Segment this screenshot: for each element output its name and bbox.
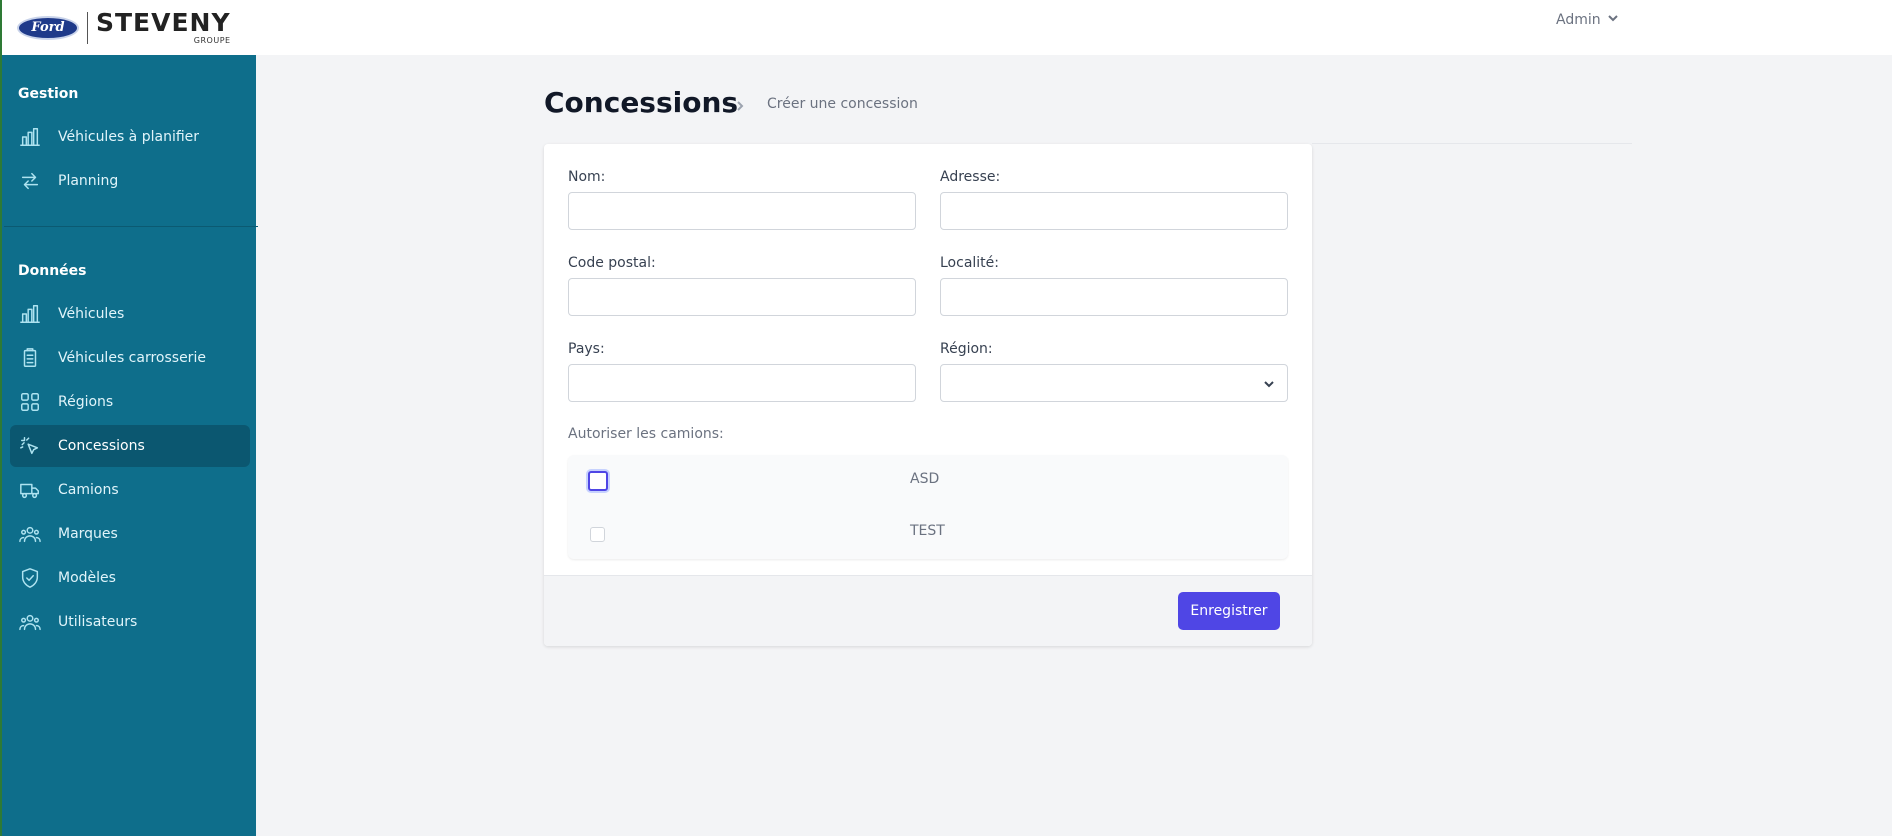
shield-check-icon <box>19 567 41 589</box>
users-group-icon <box>19 523 41 545</box>
adresse-label: Adresse: <box>940 169 1001 185</box>
truck-checkbox-test[interactable] <box>590 527 605 542</box>
bar-chart-icon <box>19 303 41 325</box>
sidebar-item-modeles[interactable]: Modèles <box>10 557 250 599</box>
nav-section-gestion: Gestion <box>18 86 79 102</box>
adresse-input[interactable] <box>940 192 1288 230</box>
arrows-exchange-icon <box>19 170 41 192</box>
sidebar-item-label: Régions <box>58 394 114 410</box>
sidebar-item-planning[interactable]: Planning <box>10 160 250 202</box>
localite-label: Localité: <box>940 255 999 271</box>
bar-chart-icon <box>19 126 41 148</box>
sidebar-item-label: Véhicules à planifier <box>58 129 200 145</box>
topbar <box>256 0 1892 55</box>
nom-label: Nom: <box>568 169 606 185</box>
sidebar-item-vehicules-a-planifier[interactable]: Véhicules à planifier <box>10 116 250 158</box>
nav-section-donnees: Données <box>18 263 87 279</box>
trucks-label: Autoriser les camions: <box>568 426 724 442</box>
code-postal-input[interactable] <box>568 278 916 316</box>
sidebar-item-label: Véhicules carrosserie <box>58 350 206 366</box>
concession-form: Nom: Adresse: Code postal: Localité: Pay… <box>544 144 1312 646</box>
sidebar-item-utilisateurs[interactable]: Utilisateurs <box>10 601 250 643</box>
form-footer: Enregistrer <box>544 575 1312 646</box>
sidebar-item-label: Concessions <box>58 438 145 454</box>
grid-icon <box>19 391 41 413</box>
sidebar-item-camions[interactable]: Camions <box>10 469 250 511</box>
pays-input[interactable] <box>568 364 916 402</box>
truck-row: TEST <box>568 507 1288 559</box>
localite-input[interactable] <box>940 278 1288 316</box>
header-divider <box>1312 143 1632 144</box>
truck-icon <box>19 479 41 501</box>
truck-name: TEST <box>910 523 945 539</box>
sidebar-item-label: Utilisateurs <box>58 614 138 630</box>
truck-checkbox-asd[interactable] <box>588 471 608 491</box>
app-logo[interactable]: Ford STEVENY GROUPE <box>0 0 256 55</box>
cursor-click-icon <box>19 435 41 457</box>
brand-subtitle: GROUPE <box>193 35 231 45</box>
sidebar-item-concessions[interactable]: Concessions <box>10 425 250 467</box>
sidebar-divider <box>4 226 258 227</box>
region-select[interactable] <box>940 364 1288 402</box>
sidebar-item-vehicules-carrosserie[interactable]: Véhicules carrosserie <box>10 337 250 379</box>
region-label: Région: <box>940 341 993 357</box>
sidebar-item-label: Modèles <box>58 570 116 586</box>
brand-name: STEVENY <box>96 7 231 37</box>
nom-input[interactable] <box>568 192 916 230</box>
sidebar-item-label: Camions <box>58 482 119 498</box>
sidebar-item-label: Planning <box>58 173 119 189</box>
users-group-icon <box>19 611 41 633</box>
brand-logo: STEVENY GROUPE <box>96 7 231 46</box>
clipboard-icon <box>19 347 41 369</box>
sidebar: Gestion Véhicules à planifier Planning D… <box>0 0 258 836</box>
sidebar-item-regions[interactable]: Régions <box>10 381 250 423</box>
chevron-down-icon <box>1607 12 1619 28</box>
sidebar-item-marques[interactable]: Marques <box>10 513 250 555</box>
page-title: Concessions <box>544 86 739 119</box>
chevron-right-icon <box>734 97 746 111</box>
ford-logo: Ford <box>17 15 79 40</box>
user-menu-label: Admin <box>1556 12 1601 28</box>
logo-separator <box>87 11 88 44</box>
sidebar-item-label: Marques <box>58 526 118 542</box>
breadcrumb-current: Créer une concession <box>767 96 918 112</box>
truck-row: ASD <box>568 455 1288 507</box>
sidebar-item-label: Véhicules <box>58 306 125 322</box>
save-button[interactable]: Enregistrer <box>1178 592 1280 630</box>
code-postal-label: Code postal: <box>568 255 656 271</box>
user-menu[interactable]: Admin <box>1556 12 1619 28</box>
pays-label: Pays: <box>568 341 605 357</box>
truck-name: ASD <box>910 471 940 487</box>
trucks-list: ASD TEST <box>568 455 1288 559</box>
sidebar-item-vehicules[interactable]: Véhicules <box>10 293 250 335</box>
